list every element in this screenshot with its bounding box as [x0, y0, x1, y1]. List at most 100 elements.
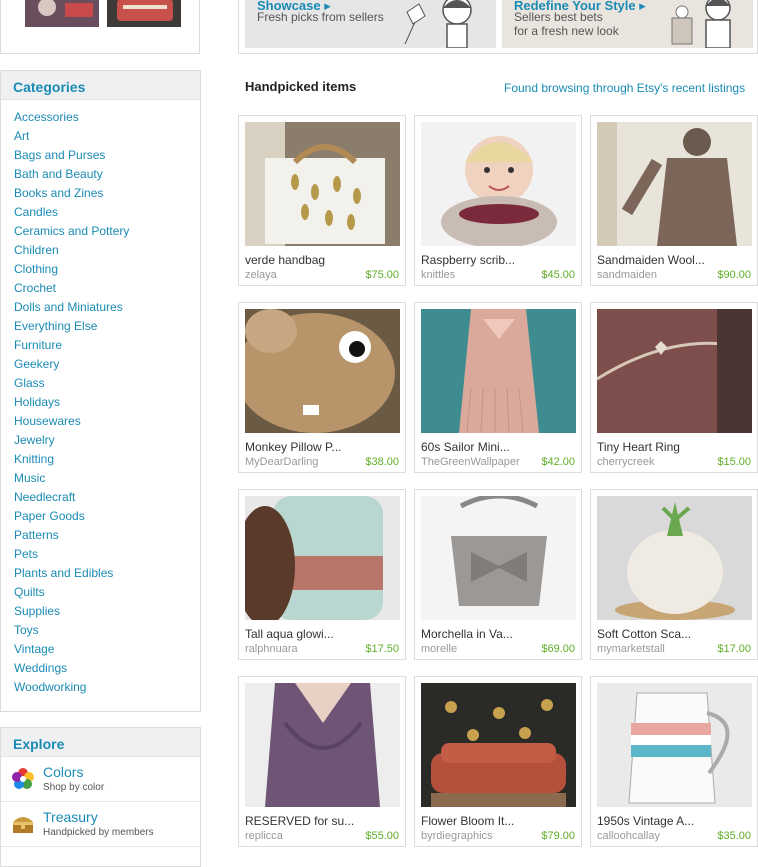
item-price: $17.50: [365, 643, 399, 655]
item-card[interactable]: Monkey Pillow P... MyDearDarling $38.00: [238, 302, 406, 473]
item-card[interactable]: Raspberry scrib... knittles $45.00: [414, 115, 582, 286]
item-photo[interactable]: [245, 496, 400, 620]
item-card[interactable]: Sandmaiden Wool... sandmaiden $90.00: [590, 115, 758, 286]
category-link-clothing[interactable]: Clothing: [14, 260, 200, 279]
item-card[interactable]: Tiny Heart Ring cherrycreek $15.00: [590, 302, 758, 473]
category-link-holidays[interactable]: Holidays: [14, 393, 200, 412]
item-photo[interactable]: [597, 309, 752, 433]
category-link-crochet[interactable]: Crochet: [14, 279, 200, 298]
recent-listings-link[interactable]: Found browsing through Etsy's recent lis…: [504, 81, 745, 95]
item-photo[interactable]: [421, 683, 576, 807]
explore-colors[interactable]: Colors Shop by color: [1, 757, 200, 802]
category-link-housewares[interactable]: Housewares: [14, 412, 200, 431]
category-link-quilts[interactable]: Quilts: [14, 583, 200, 602]
category-link-weddings[interactable]: Weddings: [14, 659, 200, 678]
handpicked-heading: Handpicked items: [245, 79, 357, 94]
featured-thumbnail-2[interactable]: [107, 0, 181, 27]
item-seller[interactable]: zelaya: [245, 269, 277, 281]
item-title[interactable]: Monkey Pillow P...: [245, 440, 342, 454]
category-link-geekery[interactable]: Geekery: [14, 355, 200, 374]
item-seller[interactable]: cherrycreek: [597, 456, 654, 468]
item-seller[interactable]: byrdiegraphics: [421, 830, 493, 842]
category-link-furniture[interactable]: Furniture: [14, 336, 200, 355]
item-seller[interactable]: MyDearDarling: [245, 456, 318, 468]
item-seller[interactable]: TheGreenWallpaper: [421, 456, 520, 468]
item-price: $69.00: [541, 643, 575, 655]
category-link-paper-goods[interactable]: Paper Goods: [14, 507, 200, 526]
category-link-music[interactable]: Music: [14, 469, 200, 488]
item-price: $17.00: [717, 643, 751, 655]
item-title[interactable]: Raspberry scrib...: [421, 253, 515, 267]
item-title[interactable]: verde handbag: [245, 253, 325, 267]
category-link-needlecraft[interactable]: Needlecraft: [14, 488, 200, 507]
featured-thumbnail-1[interactable]: [25, 0, 99, 27]
item-title[interactable]: Tiny Heart Ring: [597, 440, 680, 454]
item-photo[interactable]: [421, 309, 576, 433]
redefine-banner-text: Sellers best bets for a fresh new look: [514, 10, 619, 38]
item-photo[interactable]: [597, 496, 752, 620]
category-link-woodworking[interactable]: Woodworking: [14, 678, 200, 697]
item-card[interactable]: 1950s Vintage A... calloohcallay $35.00: [590, 676, 758, 847]
category-link-bags-and-purses[interactable]: Bags and Purses: [14, 146, 200, 165]
item-seller[interactable]: knittles: [421, 269, 455, 281]
category-link-art[interactable]: Art: [14, 127, 200, 146]
item-price: $15.00: [717, 456, 751, 468]
item-title[interactable]: Flower Bloom It...: [421, 814, 514, 828]
category-link-patterns[interactable]: Patterns: [14, 526, 200, 545]
redefine-style-banner[interactable]: Redefine Your Style ▸ Sellers best bets …: [502, 0, 753, 48]
item-title[interactable]: 1950s Vintage A...: [597, 814, 694, 828]
item-photo[interactable]: [245, 309, 400, 433]
explore-treasury[interactable]: Treasury Handpicked by members: [1, 802, 200, 847]
category-link-everything-else[interactable]: Everything Else: [14, 317, 200, 336]
item-price: $45.00: [541, 269, 575, 281]
category-link-supplies[interactable]: Supplies: [14, 602, 200, 621]
item-title[interactable]: Sandmaiden Wool...: [597, 253, 705, 267]
item-card[interactable]: Soft Cotton Sca... mymarketstall $17.00: [590, 489, 758, 660]
item-seller[interactable]: sandmaiden: [597, 269, 657, 281]
girl-illustration-icon: [404, 0, 472, 48]
item-card[interactable]: 60s Sailor Mini... TheGreenWallpaper $42.0…: [414, 302, 582, 473]
item-seller[interactable]: mymarketstall: [597, 643, 665, 655]
item-title[interactable]: 60s Sailor Mini...: [421, 440, 510, 454]
item-card[interactable]: Flower Bloom It... byrdiegraphics $79.00: [414, 676, 582, 847]
item-title[interactable]: RESERVED for su...: [245, 814, 354, 828]
item-title[interactable]: Soft Cotton Sca...: [597, 627, 691, 641]
item-photo[interactable]: [597, 122, 752, 246]
item-card[interactable]: verde handbag zelaya $75.00: [238, 115, 406, 286]
explore-colors-title[interactable]: Colors: [43, 764, 83, 780]
category-link-knitting[interactable]: Knitting: [14, 450, 200, 469]
category-link-jewelry[interactable]: Jewelry: [14, 431, 200, 450]
item-price: $79.00: [541, 830, 575, 842]
category-link-dolls-and-miniatures[interactable]: Dolls and Miniatures: [14, 298, 200, 317]
item-photo[interactable]: [597, 683, 752, 807]
item-seller[interactable]: calloohcallay: [597, 830, 660, 842]
item-price: $75.00: [365, 269, 399, 281]
category-link-vintage[interactable]: Vintage: [14, 640, 200, 659]
category-link-bath-and-beauty[interactable]: Bath and Beauty: [14, 165, 200, 184]
item-title[interactable]: Tall aqua glowi...: [245, 627, 334, 641]
item-seller[interactable]: ralphnuara: [245, 643, 298, 655]
item-seller[interactable]: morelle: [421, 643, 457, 655]
category-link-ceramics-and-pottery[interactable]: Ceramics and Pottery: [14, 222, 200, 241]
category-link-pets[interactable]: Pets: [14, 545, 200, 564]
category-link-plants-and-edibles[interactable]: Plants and Edibles: [14, 564, 200, 583]
item-photo[interactable]: [245, 122, 400, 246]
category-link-accessories[interactable]: Accessories: [14, 108, 200, 127]
showcase-banner[interactable]: Showcase ▸ Fresh picks from sellers: [245, 0, 496, 48]
categories-list: Accessories Art Bags and Purses Bath and Be…: [1, 100, 200, 697]
category-link-candles[interactable]: Candles: [14, 203, 200, 222]
category-link-toys[interactable]: Toys: [14, 621, 200, 640]
item-seller[interactable]: replicca: [245, 830, 283, 842]
item-price: $42.00: [541, 456, 575, 468]
item-card[interactable]: RESERVED for su... replicca $55.00: [238, 676, 406, 847]
category-link-books-and-zines[interactable]: Books and Zines: [14, 184, 200, 203]
category-link-glass[interactable]: Glass: [14, 374, 200, 393]
explore-treasury-title[interactable]: Treasury: [43, 809, 98, 825]
item-card[interactable]: Tall aqua glowi... ralphnuara $17.50: [238, 489, 406, 660]
item-photo[interactable]: [245, 683, 400, 807]
item-title[interactable]: Morchella in Va...: [421, 627, 513, 641]
item-card[interactable]: Morchella in Va... morelle $69.00: [414, 489, 582, 660]
item-photo[interactable]: [421, 496, 576, 620]
item-photo[interactable]: [421, 122, 576, 246]
category-link-children[interactable]: Children: [14, 241, 200, 260]
